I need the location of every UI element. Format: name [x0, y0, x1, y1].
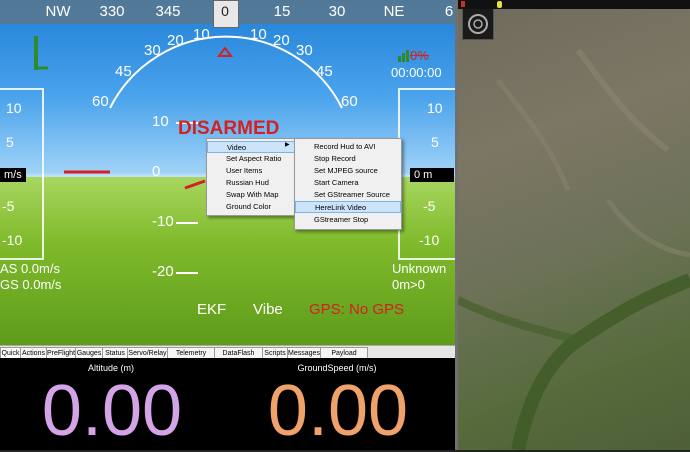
altitude-value: 0.00 [41, 371, 183, 451]
roll-label: 10 [250, 26, 267, 43]
alt-tick: -10 [419, 232, 440, 248]
roll-label: 60 [92, 93, 109, 110]
map-terrain [458, 48, 690, 450]
data-tabs-bar: Quick Actions PreFlight Gauges Status Se… [0, 345, 455, 368]
menu-item-russian-hud[interactable]: Russian Hud [207, 177, 299, 189]
map-record-indicator-icon [461, 1, 465, 7]
alt-current: 0 m [410, 168, 454, 182]
pitch-line [176, 272, 198, 274]
menu-item-set-gstreamer[interactable]: Set GStreamer Source [295, 189, 401, 201]
altitude-mode: Unknown [392, 261, 447, 276]
map-zoom-control[interactable] [462, 8, 494, 40]
altitude-sub: 0m>0 [392, 277, 425, 292]
menu-item-swap-with-map[interactable]: Swap With Map [207, 189, 299, 201]
roll-label: 60 [341, 93, 358, 110]
speed-tick: -10 [2, 232, 23, 248]
arm-status: DISARMED [178, 118, 280, 139]
flight-timer: 00:00:00 [391, 65, 442, 80]
airspeed-tape: 10 5 -5 -10 m/s [0, 88, 44, 260]
airspeed-readout: AS 0.0m/s [0, 261, 60, 276]
speed-current: m/s [0, 168, 26, 182]
pitch-label: -10 [152, 213, 174, 230]
gps-status: GPS: No GPS [309, 301, 405, 318]
quick-view-panel[interactable]: Altitude (m) 0.00 GroundSpeed (m/s) 0.00 [0, 358, 455, 451]
menu-item-herelink-video[interactable]: HereLink Video [295, 201, 401, 213]
submenu-arrow-icon: ▶ [285, 142, 290, 148]
speed-tick: 5 [6, 134, 14, 150]
roll-label: 45 [316, 63, 333, 80]
map-status-indicator-icon [497, 1, 502, 8]
alt-tick: 5 [431, 134, 439, 150]
pitch-label: 0 [152, 163, 161, 180]
altitude-tape: 10 5 -5 -10 0 m [398, 88, 455, 260]
satellite-map[interactable] [458, 0, 690, 450]
roll-label: 30 [144, 42, 161, 59]
roll-label: 45 [115, 63, 132, 80]
target-icon [468, 14, 488, 34]
pitch-label: 10 [152, 113, 169, 130]
battery-percent: 0% [410, 48, 429, 63]
pitch-line [176, 222, 198, 224]
menu-item-set-mjpeg[interactable]: Set MJPEG source [295, 165, 401, 177]
groundspeed-value: 0.00 [267, 371, 409, 451]
menu-item-set-aspect-ratio[interactable]: Set Aspect Ratio [207, 153, 299, 165]
roll-label: 20 [167, 32, 184, 49]
video-submenu: Record Hud to AVI Stop Record Set MJPEG … [294, 138, 402, 230]
speed-tick: -5 [2, 198, 15, 214]
menu-item-stop-record[interactable]: Stop Record [295, 153, 401, 165]
roll-label: 10 [193, 26, 210, 43]
menu-item-ground-color[interactable]: Ground Color [207, 201, 299, 213]
menu-item-gstreamer-stop[interactable]: GStreamer Stop [295, 214, 401, 226]
ekf-status[interactable]: EKF [197, 301, 226, 318]
menu-item-record-hud[interactable]: Record Hud to AVI [295, 141, 401, 153]
map-toolbar [458, 0, 690, 9]
pitch-label: -20 [152, 263, 174, 280]
groundspeed-readout: GS 0.0m/s [0, 277, 62, 292]
alt-tick: 10 [427, 100, 443, 116]
roll-label: 20 [273, 32, 290, 49]
menu-item-user-items[interactable]: User Items [207, 165, 299, 177]
menu-item-start-camera[interactable]: Start Camera [295, 177, 401, 189]
speed-tick: 10 [6, 100, 22, 116]
roll-label: 30 [296, 42, 313, 59]
vibe-status[interactable]: Vibe [253, 301, 283, 318]
hud-context-menu: Video ▶ Set Aspect Ratio User Items Russ… [206, 138, 300, 216]
flight-hud[interactable]: NW 330 345 0 15 30 NE 6 60 45 30 20 10 1… [0, 0, 455, 345]
alt-tick: -5 [423, 198, 436, 214]
